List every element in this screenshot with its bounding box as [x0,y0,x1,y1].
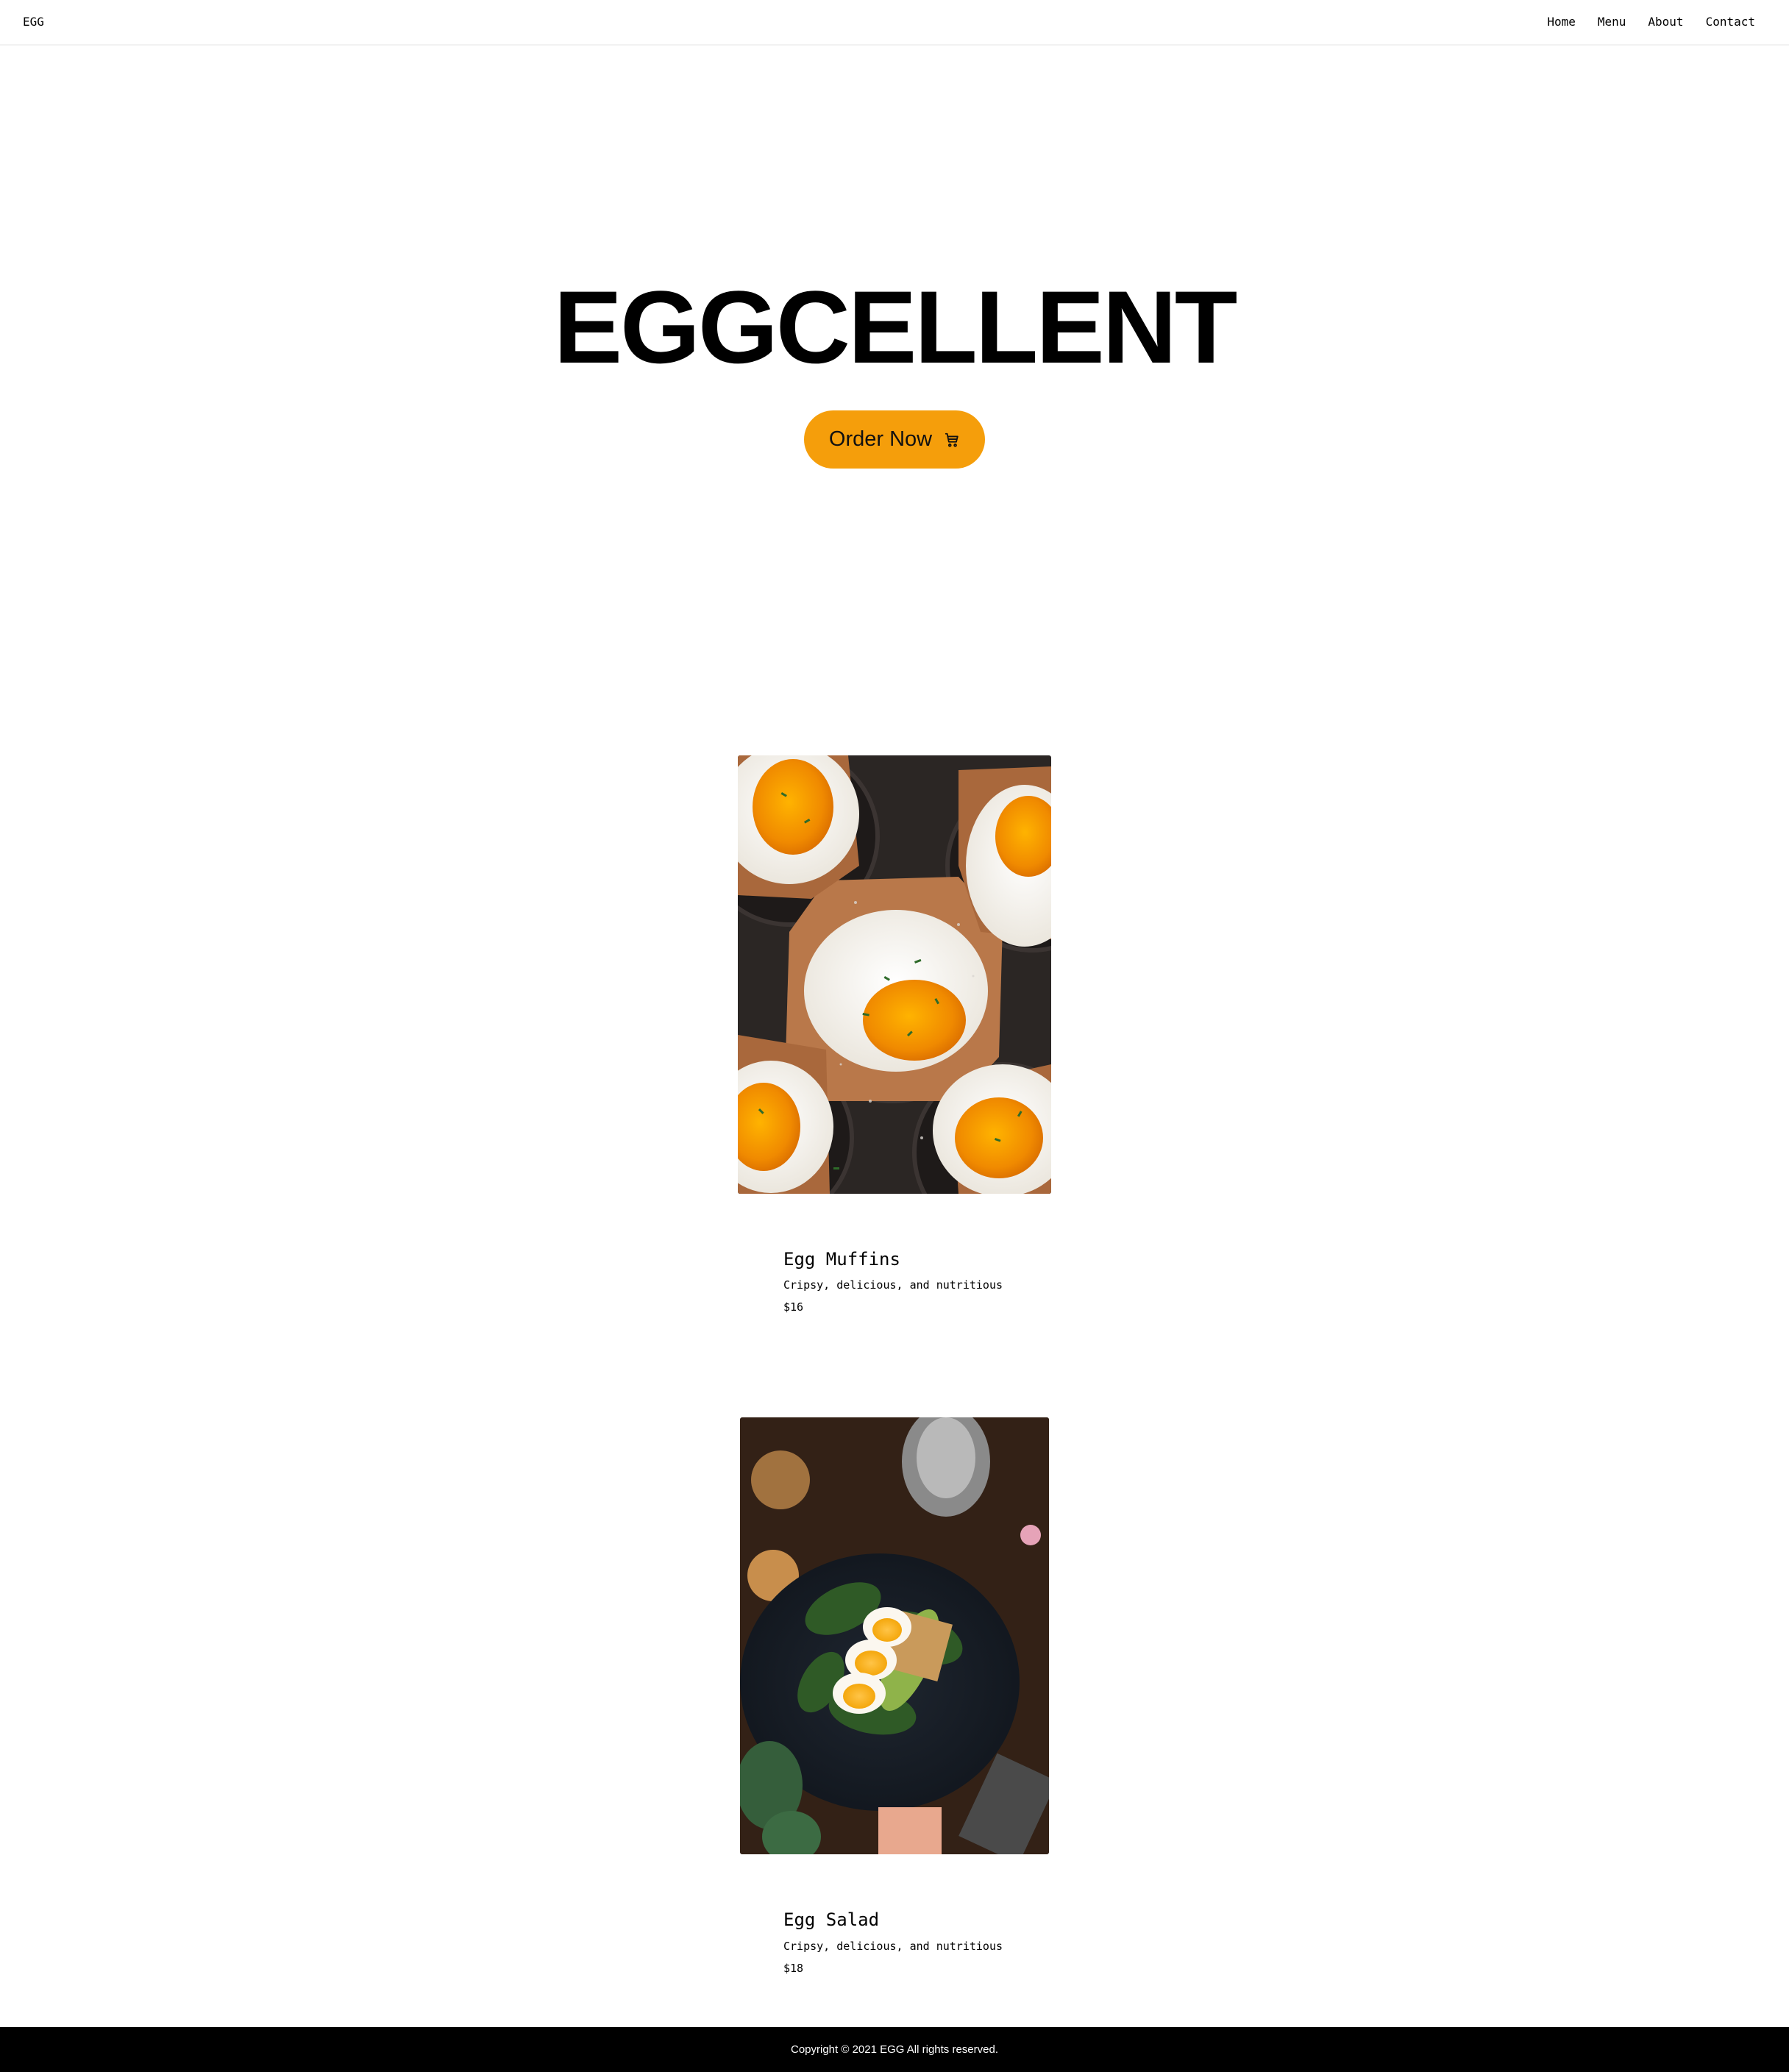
item-price: $16 [783,1300,804,1314]
hero-title: EGGCELLENT [553,269,1238,385]
main-nav: Home Menu About Contact [1547,15,1755,29]
egg-muffins-image [738,755,1051,1194]
item-name: Egg Salad [783,1909,880,1930]
site-header: EGG Home Menu About Contact [0,0,1789,46]
order-now-label: Order Now [828,427,933,451]
copyright-text: Copyright © 2021 EGG All rights reserved… [790,2043,998,2056]
item-name: Egg Muffins [783,1249,900,1270]
egg-salad-image [740,1417,1049,1854]
logo[interactable]: EGG [23,15,44,29]
site-footer: Copyright © 2021 EGG All rights reserved… [0,2027,1789,2072]
nav-link-menu[interactable]: Menu [1598,15,1626,29]
item-price: $18 [783,1962,804,1975]
nav-link-about[interactable]: About [1648,15,1683,29]
cart-icon [944,432,960,448]
nav-link-home[interactable]: Home [1547,15,1576,29]
order-now-button[interactable]: Order Now [804,410,985,469]
item-description: Cripsy, delicious, and nutritious [783,1278,1003,1292]
nav-link-contact[interactable]: Contact [1706,15,1755,29]
item-description: Cripsy, delicious, and nutritious [783,1940,1003,1953]
